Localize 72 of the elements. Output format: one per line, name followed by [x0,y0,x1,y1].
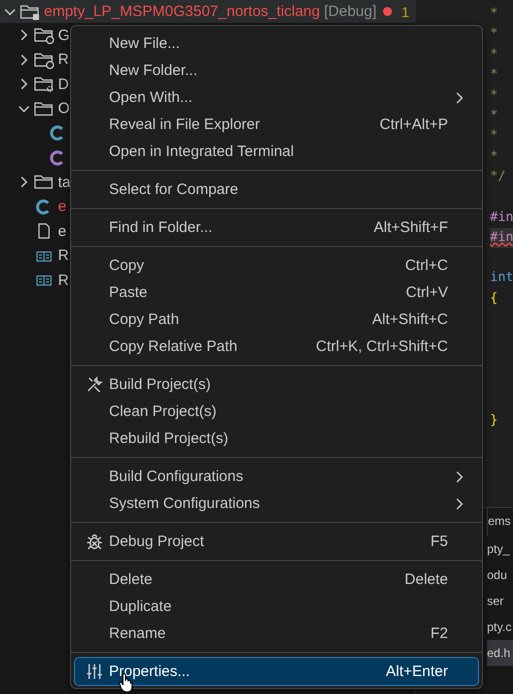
menu-item[interactable]: New Folder... [75,57,478,84]
shortcut-label: F2 [430,625,448,642]
code-line: #in [490,208,513,227]
menu-item[interactable]: Build Project(s) [75,371,478,398]
menu-item[interactable]: Find in Folder... Alt+Shift+F [75,214,478,241]
list-row[interactable]: odu [487,562,513,588]
tree-item[interactable]: R [58,51,69,68]
menu-item[interactable]: Copy Relative Path Ctrl+K, Ctrl+Shift+C [75,333,478,360]
menu-item[interactable]: Rebuild Project(s) [75,425,478,452]
project-row[interactable]: empty_LP_MSPM0G3507_nortos_ticlang [Debug] 1 [0,0,415,23]
menu-item[interactable]: Reveal in File Explorer Ctrl+Alt+P [75,111,478,138]
project-folder-icon [20,2,40,20]
tree-item[interactable]: e [58,198,66,216]
menu-item[interactable]: New File... [75,30,478,57]
tools-icon [86,376,102,393]
menu-item[interactable]: Rename F2 [75,620,478,647]
menu-item[interactable]: Copy Ctrl+C [75,252,478,279]
tree-item[interactable]: ta [58,174,71,191]
error-dot [382,7,392,16]
code-line: * [490,25,498,44]
code-line: * [490,46,498,64]
shortcut-label: Ctrl+K, Ctrl+Shift+C [316,338,448,355]
menu-item[interactable]: Duplicate [75,593,478,620]
code-line: * [490,66,498,84]
shortcut-label: F5 [430,533,448,550]
code-line: } [490,412,498,430]
list-row[interactable]: pty.c [487,614,513,640]
list-row[interactable]: pty_ [487,536,513,562]
tree-item[interactable]: G [58,26,70,44]
code-line: * [490,148,498,166]
folder-icon [34,50,54,69]
folder-icon [34,173,54,192]
shortcut-label: Alt+Enter [386,663,448,680]
code-line: * [490,127,498,146]
bug-icon [86,533,102,550]
folder-icon [34,26,54,44]
menu-item[interactable]: Open in Integrated Terminal [75,138,478,165]
tree-item[interactable]: R [58,272,69,289]
problem-count: 1 [402,4,410,20]
menu-item[interactable]: Build Configurations [75,463,478,490]
shortcut-label: Alt+Shift+C [372,311,448,328]
menu-item[interactable]: Open With... [75,84,478,111]
list-row[interactable]: ed.h [487,640,513,666]
menu-item[interactable]: Copy Path Alt+Shift+C [75,306,478,333]
menu-item[interactable]: Clean Project(s) [75,398,478,425]
code-line: * [490,106,498,125]
menu-item[interactable]: Select for Compare [75,176,478,203]
tree-item[interactable]: D [58,76,69,93]
menu-item[interactable]: Delete Delete [75,566,478,593]
tree-item[interactable]: e [58,222,66,240]
shortcut-label: Delete [404,571,448,588]
tree-item[interactable]: O [58,100,70,118]
shortcut-label: Ctrl+Alt+P [380,116,448,133]
shortcut-label: Ctrl+V [406,284,448,301]
project-name: empty_LP_MSPM0G3507_nortos_ticlang [44,3,320,20]
panel-tab[interactable]: ems [487,508,511,536]
menu-item[interactable]: Debug Project F5 [75,528,478,555]
folder-icon [34,75,54,94]
build-config: [Debug] [324,3,377,20]
code-line: { [490,290,498,308]
sliders-icon [86,663,102,680]
code-line: int [490,269,513,288]
code-line: * [490,5,498,23]
shortcut-label: Alt+Shift+F [374,219,448,236]
menu-item[interactable]: Paste Ctrl+V [75,279,478,306]
shortcut-label: Ctrl+C [405,257,448,274]
code-line: * [490,86,498,105]
tree-item[interactable]: R [58,247,69,264]
code-line: */ [490,168,506,186]
menu-item[interactable]: System Configurations [75,490,478,517]
folder-icon [34,100,54,118]
list-row[interactable]: ser [487,588,513,614]
